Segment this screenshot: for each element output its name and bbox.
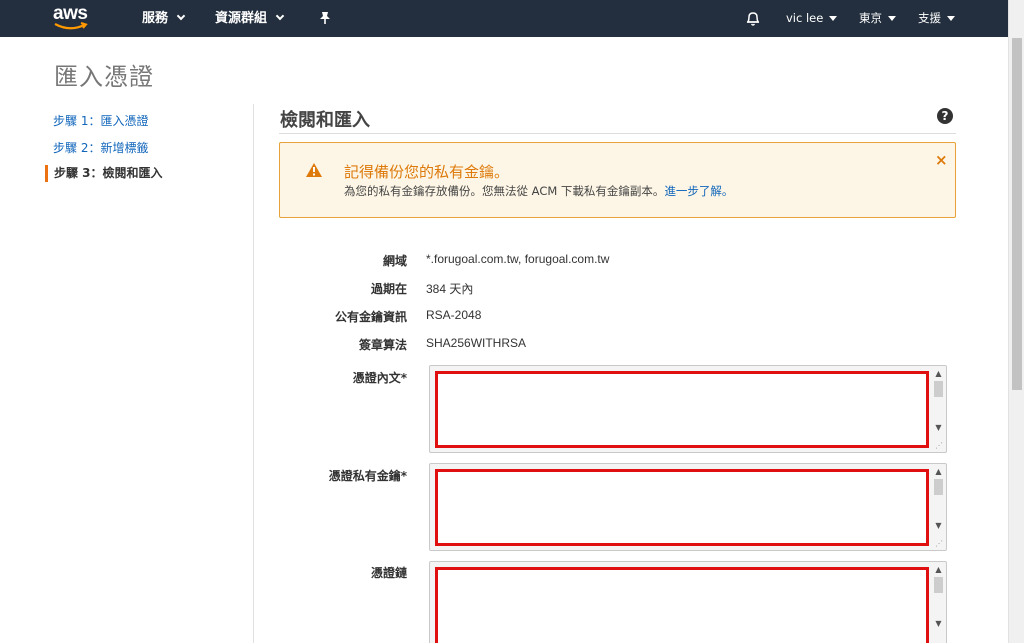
help-icon[interactable]: ? xyxy=(937,108,953,124)
expiry-label: 過期在 xyxy=(370,282,407,296)
certificate-body-field[interactable]: ▲ ▼ ⋰ xyxy=(429,365,947,453)
domain-value: *.forugoal.com.tw, forugoal.com.tw xyxy=(426,252,610,266)
warning-title: 記得備份您的私有金鑰。 xyxy=(344,163,510,181)
step-1-link[interactable]: 步驟 1：匯入憑證 xyxy=(53,112,148,129)
scroll-down-icon[interactable]: ▼ xyxy=(933,423,944,433)
caret-down-icon xyxy=(888,16,896,21)
certificate-body-input[interactable] xyxy=(435,371,929,448)
scrollbar-thumb[interactable] xyxy=(934,479,943,495)
textarea-scrollbar[interactable]: ▲ ▼ xyxy=(933,466,944,548)
support-menu[interactable]: 支援 xyxy=(918,0,955,37)
scroll-up-icon[interactable]: ▲ xyxy=(933,369,944,379)
signature-algorithm-label: 簽章算法 xyxy=(358,338,407,352)
certificate-chain-input[interactable] xyxy=(435,567,929,643)
step-2-link[interactable]: 步驟 2：新增標籤 xyxy=(53,139,148,156)
region-label: 東京 xyxy=(859,11,882,25)
resource-groups-label: 資源群組 xyxy=(215,11,268,26)
region-menu[interactable]: 東京 xyxy=(859,0,896,37)
learn-more-link[interactable]: 進一步了解。 xyxy=(664,184,733,198)
private-key-field[interactable]: ▲ ▼ ⋰ xyxy=(429,463,947,551)
public-key-value: RSA-2048 xyxy=(426,308,482,322)
aws-logo[interactable]: aws xyxy=(53,3,95,33)
bell-icon[interactable] xyxy=(745,10,761,27)
support-label: 支援 xyxy=(918,11,941,25)
certificate-chain-field[interactable]: ▲ ▼ xyxy=(429,561,947,643)
warning-alert: 記得備份您的私有金鑰。 為您的私有金鑰存放備份。您無法從 ACM 下載私有金鑰副… xyxy=(279,142,956,218)
caret-down-icon xyxy=(829,16,838,21)
resource-groups-menu[interactable]: 資源群組 xyxy=(215,0,285,37)
scroll-up-icon[interactable]: ▲ xyxy=(933,565,944,575)
resize-grip-icon[interactable]: ⋰ xyxy=(935,539,943,548)
smile-icon xyxy=(54,22,88,30)
section-title: 檢閱和匯入 xyxy=(280,110,370,131)
resize-grip-icon[interactable]: ⋰ xyxy=(935,441,943,450)
domain-label: 網域 xyxy=(382,254,407,268)
sidebar-divider xyxy=(253,104,254,643)
step-3-current: 步驟 3：檢閱和匯入 xyxy=(45,165,163,182)
user-name: vic lee xyxy=(786,11,824,25)
services-label: 服務 xyxy=(142,11,169,26)
scrollbar-thumb[interactable] xyxy=(934,577,943,593)
warning-icon xyxy=(306,163,322,177)
scroll-up-icon[interactable]: ▲ xyxy=(933,467,944,477)
private-key-label: 憑證私有金鑰* xyxy=(328,469,407,483)
expiry-value: 384 天內 xyxy=(426,282,474,296)
user-menu[interactable]: vic lee xyxy=(786,0,838,37)
services-menu[interactable]: 服務 xyxy=(142,0,186,37)
textarea-scrollbar[interactable]: ▲ ▼ xyxy=(933,564,944,641)
chevron-down-icon xyxy=(275,11,285,21)
signature-algorithm-value: SHA256WITHRSA xyxy=(426,336,527,350)
scrollbar-thumb[interactable] xyxy=(934,381,943,397)
scroll-down-icon[interactable]: ▼ xyxy=(933,619,944,629)
textarea-scrollbar[interactable]: ▲ ▼ xyxy=(933,368,944,450)
pin-icon[interactable] xyxy=(318,11,332,25)
page-title: 匯入憑證 xyxy=(54,63,154,91)
top-nav: aws 服務 資源群組 vic lee 東京 支援 xyxy=(0,0,1008,37)
section-divider xyxy=(279,133,956,134)
close-icon[interactable]: × xyxy=(935,151,948,169)
chevron-down-icon xyxy=(176,11,186,21)
certificate-body-label: 憑證內文* xyxy=(352,371,407,385)
warning-body: 為您的私有金鑰存放備份。您無法從 ACM 下載私有金鑰副本。進一步了解。 xyxy=(344,183,733,199)
caret-down-icon xyxy=(947,16,955,21)
scroll-down-icon[interactable]: ▼ xyxy=(933,521,944,531)
public-key-label: 公有金鑰資訊 xyxy=(334,310,407,324)
private-key-input[interactable] xyxy=(435,469,929,546)
warning-text: 為您的私有金鑰存放備份。您無法從 ACM 下載私有金鑰副本。 xyxy=(344,184,665,198)
page-scrollbar-thumb[interactable] xyxy=(1012,38,1022,390)
certificate-chain-label: 憑證鏈 xyxy=(370,566,407,580)
page-scrollbar[interactable] xyxy=(1008,0,1024,643)
